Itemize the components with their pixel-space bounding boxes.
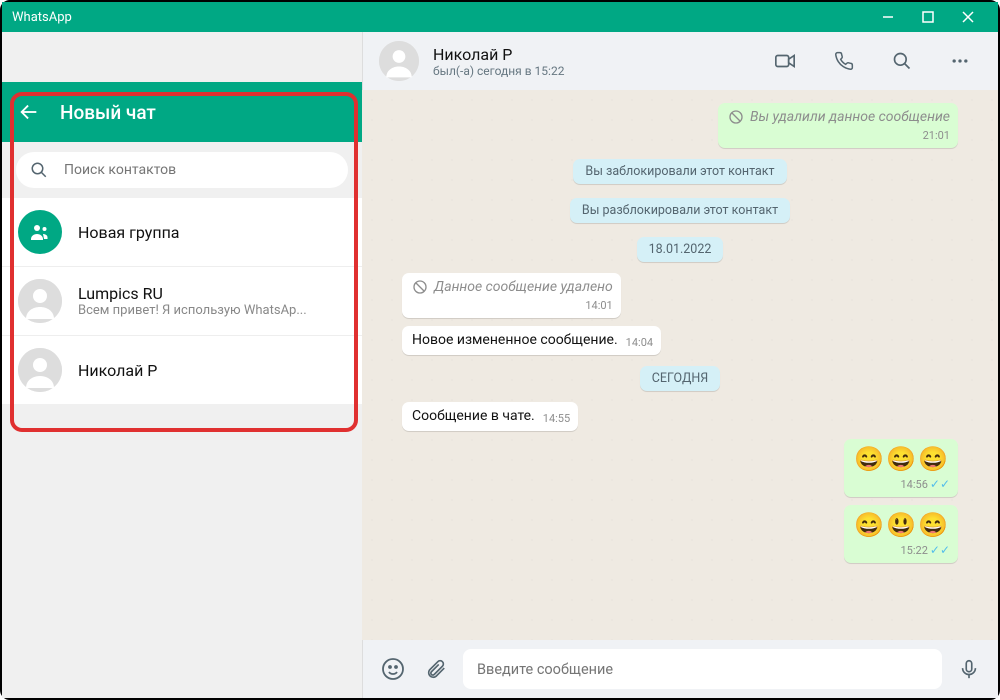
search-icon (30, 161, 48, 179)
titlebar: WhatsApp (2, 2, 998, 32)
blocked-icon (728, 109, 744, 125)
date-chip: 18.01.2022 (637, 237, 724, 262)
message-text: Сообщение в чате. (412, 408, 535, 424)
attach-button[interactable] (421, 654, 451, 684)
chat-title: Николай Р (433, 45, 748, 64)
emoji-button[interactable] (377, 653, 409, 685)
message-time: 15:22 (900, 544, 927, 557)
compose-box[interactable] (463, 649, 942, 689)
system-message: Вы разблокировали этот контакт (570, 198, 790, 223)
message-time: 14:56 (900, 478, 927, 491)
sidebar: Новый чат Новая группа (2, 32, 362, 698)
menu-icon[interactable] (938, 45, 982, 77)
search-box[interactable] (16, 152, 348, 188)
chat-header: Николай Р был(-а) сегодня в 15:22 (362, 32, 998, 90)
message-in-deleted[interactable]: Данное сообщение удалено 14:01 (402, 273, 621, 318)
message-out-deleted[interactable]: Вы удалили данное сообщение 21:01 (718, 103, 958, 148)
back-button[interactable] (18, 101, 40, 123)
video-call-icon[interactable] (762, 44, 808, 78)
message-in[interactable]: Сообщение в чате. 14:55 (402, 402, 578, 431)
new-chat-title: Новый чат (60, 101, 156, 124)
deleted-text: Вы удалили данное сообщение (750, 109, 950, 125)
new-group-item[interactable]: Новая группа (2, 198, 362, 267)
contact-name: Lumpics RU (78, 284, 346, 303)
chat-status-text: был(-а) сегодня в 15:22 (433, 64, 748, 78)
app-title: WhatsApp (12, 10, 72, 25)
voice-call-icon[interactable] (822, 45, 866, 77)
contact-status: Всем привет! Я использую WhatsAp... (78, 303, 346, 318)
new-group-label: Новая группа (78, 223, 346, 242)
contact-item[interactable]: Николай Р (2, 336, 362, 404)
contact-item[interactable]: Lumpics RU Всем привет! Я использую What… (2, 267, 362, 336)
message-out[interactable]: 😄😄😄 14:56✓✓ (844, 439, 958, 497)
new-chat-header: Новый чат (2, 82, 362, 142)
close-button[interactable] (948, 2, 988, 32)
avatar (18, 348, 62, 392)
system-message: Вы заблокировали этот контакт (573, 159, 786, 184)
search-chat-icon[interactable] (880, 45, 924, 77)
date-chip: СЕГОДНЯ (640, 366, 720, 391)
read-checks-icon: ✓✓ (930, 543, 950, 557)
message-emoji: 😄😃😄 (854, 511, 950, 539)
search-row (2, 142, 362, 198)
mic-button[interactable] (954, 654, 984, 684)
message-time: 14:04 (626, 336, 653, 349)
chat-panel: Николай Р был(-а) сегодня в 15:22 (362, 32, 998, 698)
contact-list: Новая группа Lumpics RU Всем привет! Я и… (2, 198, 362, 404)
message-emoji: 😄😄😄 (854, 445, 950, 473)
group-icon (18, 210, 62, 254)
chat-header-text[interactable]: Николай Р был(-а) сегодня в 15:22 (433, 45, 748, 78)
chat-body[interactable]: Вы удалили данное сообщение 21:01 Вы заб… (362, 90, 998, 640)
chat-input-row (362, 640, 998, 698)
avatar (18, 279, 62, 323)
message-time: 14:55 (543, 412, 570, 425)
message-time: 14:01 (585, 299, 612, 312)
contact-name: Николай Р (78, 361, 346, 380)
message-time: 21:01 (923, 129, 950, 142)
compose-input[interactable] (477, 661, 928, 678)
maximize-button[interactable] (908, 2, 948, 32)
message-out[interactable]: 😄😃😄 15:22✓✓ (844, 505, 958, 563)
blocked-icon (412, 279, 428, 295)
message-in[interactable]: Новое измененное сообщение. 14:04 (402, 326, 661, 355)
message-text: Новое измененное сообщение. (412, 332, 618, 348)
minimize-button[interactable] (868, 2, 908, 32)
read-checks-icon: ✓✓ (930, 477, 950, 491)
deleted-text: Данное сообщение удалено (434, 279, 613, 295)
search-input[interactable] (64, 162, 334, 178)
chat-avatar[interactable] (379, 41, 419, 81)
